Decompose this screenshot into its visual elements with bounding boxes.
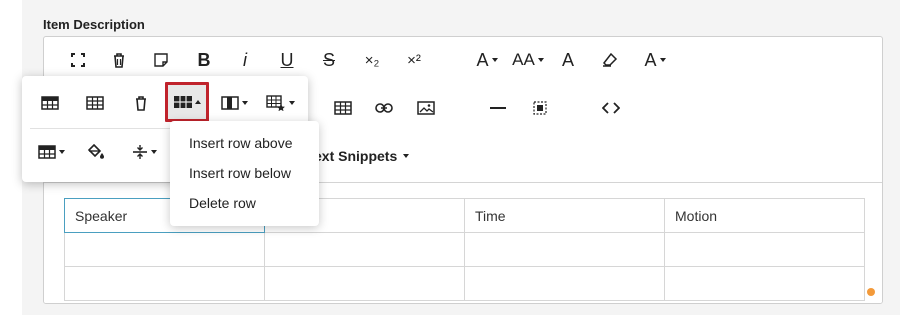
delete-row-item[interactable]: Delete row: [170, 188, 319, 218]
table-rows-menu: Insert row above Insert row below Delete…: [170, 121, 319, 226]
insert-row-below-item[interactable]: Insert row below: [170, 158, 319, 188]
table-rows-button[interactable]: [165, 82, 209, 122]
trash-icon[interactable]: [107, 46, 131, 74]
table-header-icon[interactable]: [38, 89, 62, 117]
strikethrough-icon[interactable]: S: [317, 46, 341, 74]
table-cell[interactable]: [664, 232, 865, 267]
table-row: [64, 266, 865, 301]
superscript-icon[interactable]: ×²: [400, 46, 428, 74]
delete-table-icon[interactable]: [129, 89, 153, 117]
image-icon[interactable]: [414, 94, 438, 122]
table-cell[interactable]: [464, 232, 665, 267]
text-color-icon: A: [561, 49, 574, 70]
fullscreen-icon[interactable]: [66, 46, 90, 74]
text-style-button[interactable]: A: [640, 46, 670, 74]
highlight-icon[interactable]: [598, 46, 622, 74]
vertical-align-button[interactable]: [126, 138, 162, 166]
bold-icon[interactable]: B: [192, 46, 216, 74]
cell-background-icon[interactable]: [84, 138, 108, 166]
text-snippets-dropdown[interactable]: ext Snippets: [314, 148, 410, 164]
note-icon[interactable]: [149, 46, 173, 74]
font-family-icon: A: [476, 49, 489, 70]
table-cell[interactable]: Motion: [664, 198, 865, 233]
text-color-button[interactable]: A: [556, 46, 580, 74]
font-size-button[interactable]: AA: [510, 46, 546, 74]
select-all-icon[interactable]: [528, 94, 552, 122]
table-row: [64, 232, 865, 267]
status-indicator: [867, 288, 875, 296]
font-size-icon: AA: [512, 50, 535, 69]
table-style-button[interactable]: [34, 138, 68, 166]
table-columns-button[interactable]: [217, 89, 251, 117]
table-cell[interactable]: [664, 266, 865, 301]
table-cell[interactable]: [64, 266, 265, 301]
table-footer-icon[interactable]: [83, 89, 107, 117]
subscript-icon[interactable]: ×₂: [358, 46, 386, 74]
table-cell[interactable]: [464, 266, 665, 301]
italic-icon[interactable]: i: [233, 46, 257, 74]
horizontal-line-icon[interactable]: [486, 94, 510, 122]
table-icon[interactable]: [331, 94, 355, 122]
table-cell[interactable]: [264, 266, 465, 301]
field-label: Item Description: [43, 17, 145, 32]
insert-row-above-item[interactable]: Insert row above: [170, 128, 319, 158]
table-cell[interactable]: Time: [464, 198, 665, 233]
text-snippets-label: ext Snippets: [314, 148, 398, 164]
link-icon[interactable]: [372, 94, 396, 122]
table-cell[interactable]: [264, 232, 465, 267]
table-cell[interactable]: [64, 232, 265, 267]
code-view-icon[interactable]: [598, 94, 624, 122]
font-family-button[interactable]: A: [472, 46, 502, 74]
text-style-icon: A: [644, 49, 657, 70]
underline-icon[interactable]: U: [275, 46, 299, 74]
table-cell-style-button[interactable]: [262, 89, 298, 117]
